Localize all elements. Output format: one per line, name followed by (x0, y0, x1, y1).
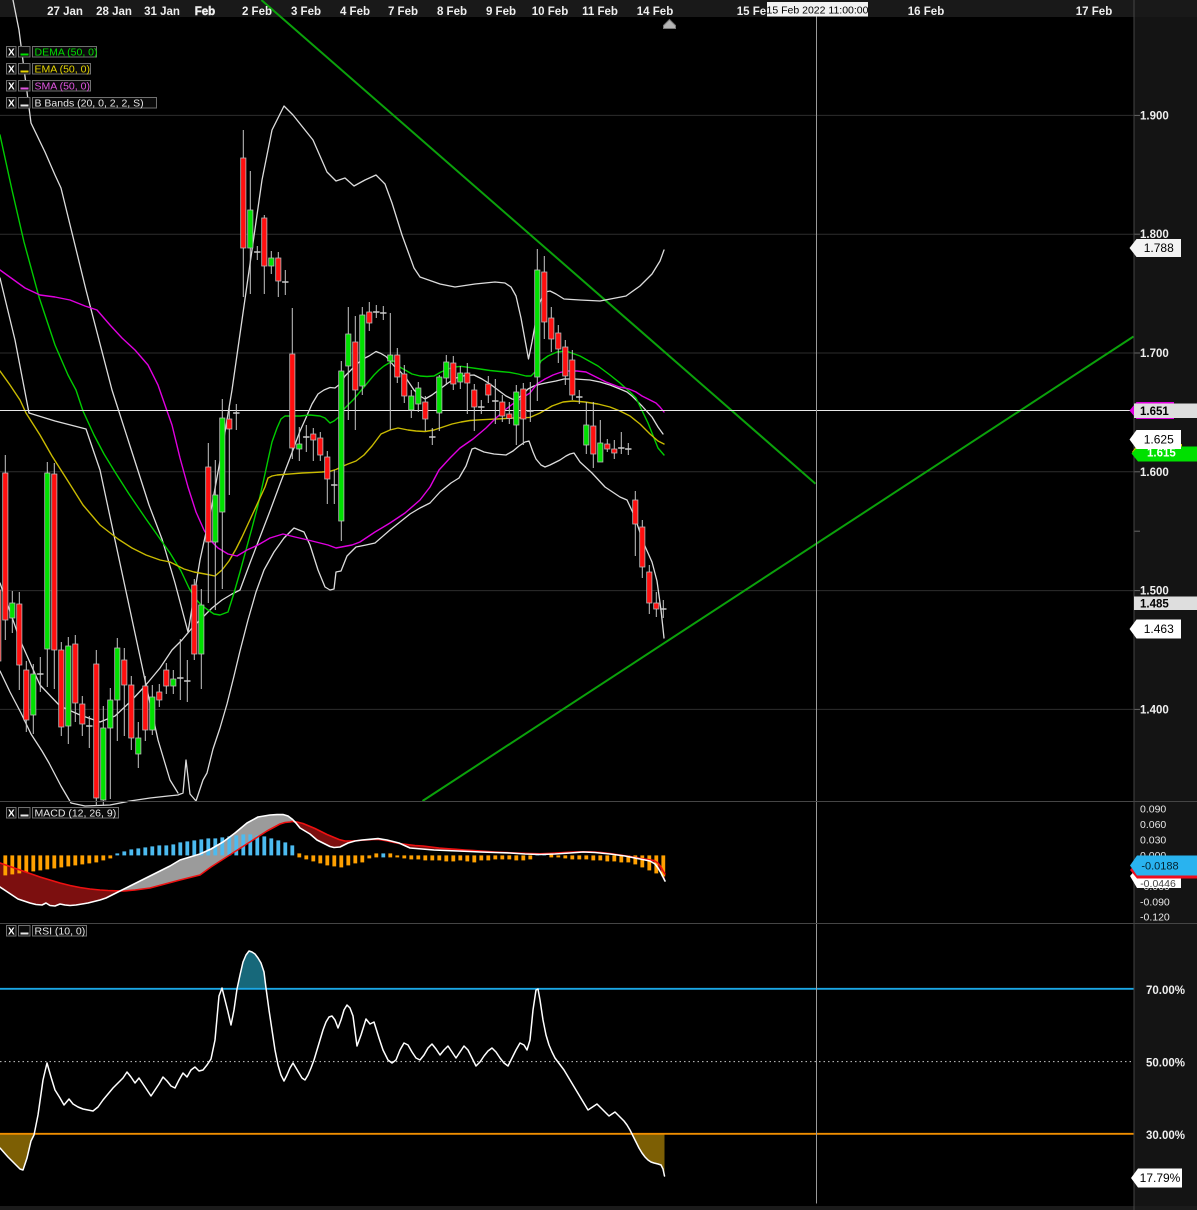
svg-text:3 Feb: 3 Feb (291, 6, 321, 18)
svg-text:28 Jan: 28 Jan (96, 6, 132, 18)
svg-text:16 Feb: 16 Feb (908, 6, 944, 18)
svg-text:9 Feb: 9 Feb (486, 6, 516, 18)
svg-text:-0.120: -0.120 (1140, 912, 1170, 924)
svg-text:10 Feb: 10 Feb (532, 6, 568, 18)
svg-text:X: X (8, 82, 15, 93)
svg-text:1.625: 1.625 (1144, 433, 1174, 447)
svg-text:-0.0188: -0.0188 (1141, 861, 1178, 873)
svg-text:RSI (10, 0): RSI (10, 0) (35, 925, 86, 937)
svg-text:X: X (8, 927, 15, 938)
svg-text:17 Feb: 17 Feb (1076, 6, 1112, 18)
svg-text:1.500: 1.500 (1140, 586, 1169, 598)
svg-text:1.651: 1.651 (1140, 406, 1169, 418)
svg-text:1.615: 1.615 (1147, 448, 1176, 460)
svg-text:0.030: 0.030 (1140, 835, 1166, 847)
svg-text:Feb: Feb (195, 6, 215, 18)
svg-text:70.00%: 70.00% (1146, 985, 1185, 997)
svg-text:15 Feb 2022 11:00:00: 15 Feb 2022 11:00:00 (767, 5, 869, 17)
svg-text:17.79%: 17.79% (1140, 1171, 1181, 1185)
svg-text:27 Jan: 27 Jan (47, 6, 83, 18)
svg-text:14 Feb: 14 Feb (637, 6, 673, 18)
svg-text:1.400: 1.400 (1140, 704, 1169, 716)
svg-text:1.700: 1.700 (1140, 348, 1169, 360)
svg-text:SMA (50, 0): SMA (50, 0) (35, 80, 90, 92)
svg-text:X: X (8, 65, 15, 76)
svg-text:7 Feb: 7 Feb (388, 6, 418, 18)
svg-text:X: X (8, 99, 15, 110)
svg-text:8 Feb: 8 Feb (437, 6, 467, 18)
svg-text:X: X (8, 809, 15, 820)
svg-text:1.485: 1.485 (1140, 599, 1169, 611)
svg-text:-0.090: -0.090 (1140, 896, 1170, 908)
svg-text:50.00%: 50.00% (1146, 1058, 1185, 1070)
svg-text:0.090: 0.090 (1140, 804, 1166, 816)
svg-text:X: X (8, 48, 15, 59)
svg-text:11 Feb: 11 Feb (582, 6, 618, 18)
svg-text:1.600: 1.600 (1140, 467, 1169, 479)
svg-text:MACD (12, 26, 9): MACD (12, 26, 9) (35, 807, 117, 819)
svg-text:4 Feb: 4 Feb (340, 6, 370, 18)
svg-text:B Bands (20, 0, 2, 2, S): B Bands (20, 0, 2, 2, S) (35, 97, 144, 109)
svg-text:-0.0446: -0.0446 (1140, 878, 1176, 890)
svg-text:EMA (50, 0): EMA (50, 0) (35, 63, 90, 75)
svg-text:31 Jan: 31 Jan (144, 6, 180, 18)
svg-text:30.00%: 30.00% (1146, 1130, 1185, 1142)
svg-text:DEMA (50, 0): DEMA (50, 0) (35, 46, 98, 58)
svg-text:2 Feb: 2 Feb (242, 6, 272, 18)
svg-text:1.788: 1.788 (1144, 241, 1174, 255)
svg-text:1.900: 1.900 (1140, 110, 1169, 122)
svg-text:0.060: 0.060 (1140, 819, 1166, 831)
svg-text:1.463: 1.463 (1144, 622, 1174, 636)
